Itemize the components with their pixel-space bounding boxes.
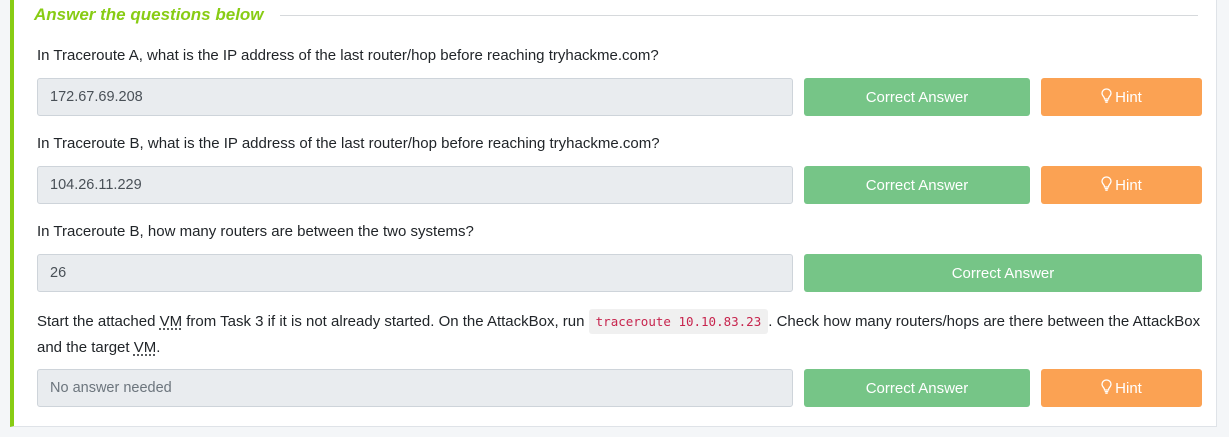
question-4-correct-answer-button[interactable]: Correct Answer bbox=[804, 369, 1030, 407]
hint-label: Hint bbox=[1115, 176, 1142, 194]
lightbulb-icon bbox=[1101, 378, 1112, 398]
question-3-answer-field[interactable]: 26 bbox=[37, 254, 793, 292]
question-3-correct-answer-button[interactable]: Correct Answer bbox=[804, 254, 1202, 292]
question-1-answer-row: 172.67.69.208 Correct Answer Hint bbox=[37, 78, 1202, 116]
question-4-text: Start the attached VM from Task 3 if it … bbox=[37, 309, 1207, 361]
section-header: Answer the questions below bbox=[34, 4, 1198, 26]
question-2-correct-answer-button[interactable]: Correct Answer bbox=[804, 166, 1030, 204]
question-3-answer-row: 26 Correct Answer bbox=[37, 254, 1202, 292]
correct-answer-label: Correct Answer bbox=[865, 88, 969, 106]
traceroute-command-code: traceroute 10.10.83.23 bbox=[588, 309, 769, 334]
question-1-correct-answer-button[interactable]: Correct Answer bbox=[804, 78, 1030, 116]
question-2-text: In Traceroute B, what is the IP address … bbox=[37, 135, 660, 152]
question-4-text-part2: from Task 3 if it is not already started… bbox=[182, 313, 589, 330]
correct-answer-label: Correct Answer bbox=[865, 379, 969, 397]
question-1-hint-button[interactable]: Hint bbox=[1041, 78, 1202, 116]
correct-answer-label: Correct Answer bbox=[951, 264, 1055, 282]
question-4-answer-field[interactable]: No answer needed bbox=[37, 369, 793, 407]
question-4-text-part4: . bbox=[156, 339, 161, 356]
question-3-text: In Traceroute B, how many routers are be… bbox=[37, 223, 474, 240]
question-4-answer-row: No answer needed Correct Answer Hint bbox=[37, 369, 1202, 407]
header-divider bbox=[279, 14, 1198, 16]
question-4-text-part1: Start the attached bbox=[37, 313, 160, 330]
hint-label: Hint bbox=[1115, 88, 1142, 106]
question-4-hint-button[interactable]: Hint bbox=[1041, 369, 1202, 407]
question-2-answer-field[interactable]: 104.26.11.229 bbox=[37, 166, 793, 204]
lightbulb-icon bbox=[1101, 87, 1112, 107]
question-1-answer-field[interactable]: 172.67.69.208 bbox=[37, 78, 793, 116]
vm-abbreviation: VM bbox=[133, 339, 157, 356]
task-questions-panel: Answer the questions below In Traceroute… bbox=[10, 0, 1217, 427]
correct-answer-label: Correct Answer bbox=[865, 176, 969, 194]
lightbulb-icon bbox=[1101, 175, 1112, 195]
question-1-text: In Traceroute A, what is the IP address … bbox=[37, 47, 659, 64]
hint-label: Hint bbox=[1115, 379, 1142, 397]
question-2-answer-row: 104.26.11.229 Correct Answer Hint bbox=[37, 166, 1202, 204]
question-2-hint-button[interactable]: Hint bbox=[1041, 166, 1202, 204]
vm-abbreviation: VM bbox=[159, 313, 183, 330]
section-title: Answer the questions below bbox=[34, 5, 264, 24]
